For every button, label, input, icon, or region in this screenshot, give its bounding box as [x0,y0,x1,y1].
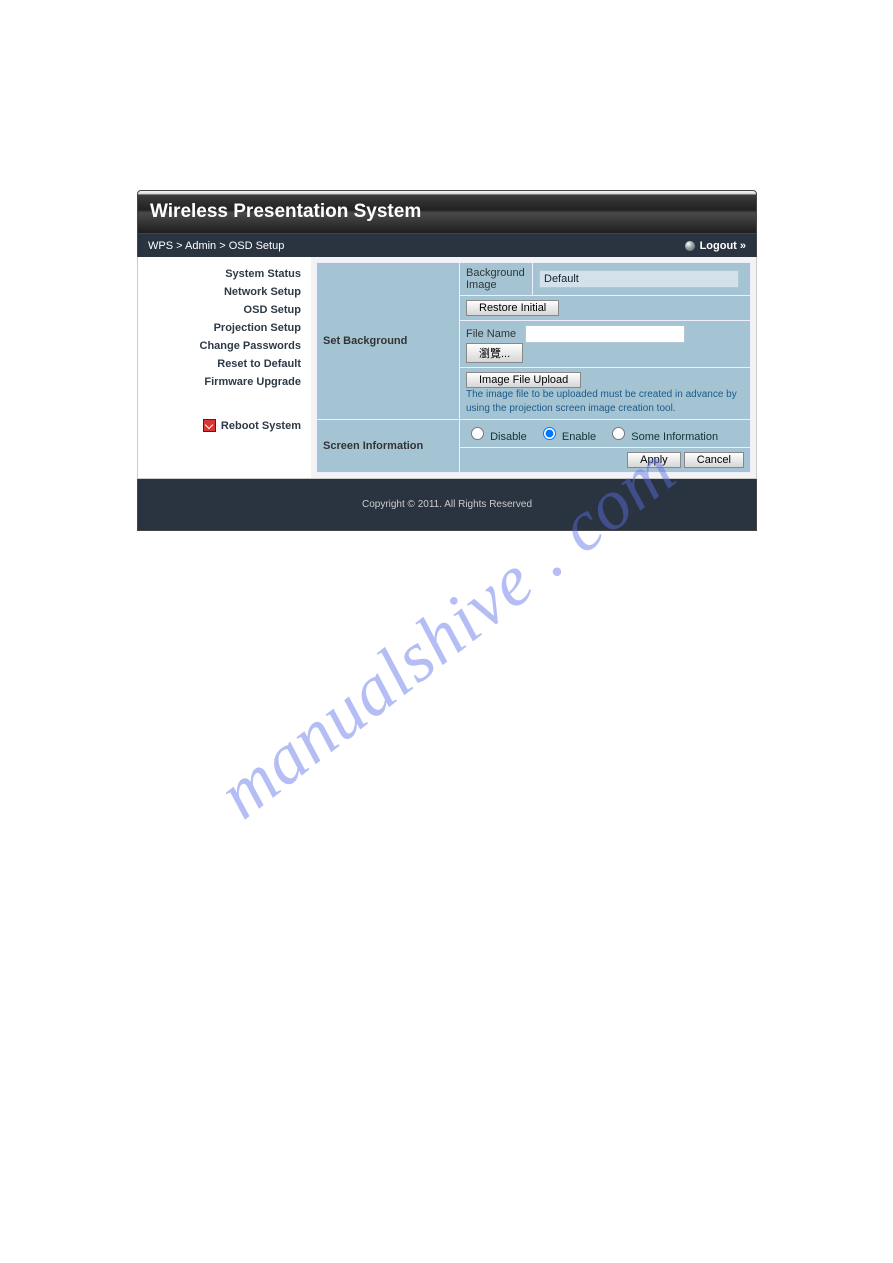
sidebar-item-system-status[interactable]: System Status [138,265,301,283]
cell-restore: Restore Initial [460,296,751,321]
sidebar-item-reset-to-default[interactable]: Reset to Default [138,355,301,373]
main-panel: Set Background Background Image Default … [311,257,756,478]
browse-button[interactable]: 瀏覽... [466,343,523,363]
sidebar-item-reboot-system[interactable]: Reboot System [138,419,301,432]
cell-upload: Image File Upload The image file to be u… [460,368,751,420]
footer: Copyright © 2011. All Rights Reserved [137,479,757,531]
content-body: System Status Network Setup OSD Setup Pr… [137,257,757,479]
upload-hint: The image file to be uploaded must be cr… [466,388,744,415]
cell-background-image-value: Default [533,263,751,296]
breadcrumb: WPS > Admin > OSD Setup [148,240,284,252]
app-frame: Wireless Presentation System WPS > Admin… [137,190,757,531]
sidebar-item-osd-setup[interactable]: OSD Setup [138,301,301,319]
section-set-background: Set Background [317,263,460,420]
label-file-name: File Name [466,328,516,340]
sidebar-item-projection-setup[interactable]: Projection Setup [138,319,301,337]
settings-table: Set Background Background Image Default … [316,262,751,473]
app-title: Wireless Presentation System [150,201,421,223]
section-screen-information: Screen Information [317,420,460,473]
radio-some-information[interactable]: Some Information [607,431,718,443]
label-background-image: Background Image [460,263,533,296]
cell-actions: Apply Cancel [460,448,751,473]
cancel-button[interactable]: Cancel [684,452,744,468]
sidebar-item-change-passwords[interactable]: Change Passwords [138,337,301,355]
header-bar: Wireless Presentation System [137,190,757,234]
sidebar-item-network-setup[interactable]: Network Setup [138,283,301,301]
logout-icon [685,241,695,251]
file-name-field[interactable] [525,325,685,343]
background-image-field[interactable]: Default [539,270,739,288]
logout-link[interactable]: Logout » [700,240,746,252]
reboot-icon [203,419,216,432]
breadcrumb-bar: WPS > Admin > OSD Setup Logout » [137,234,757,257]
radio-disable[interactable]: Disable [466,431,527,443]
copyright: Copyright © 2011. All Rights Reserved [362,499,532,510]
cell-filename: File Name 瀏覽... [460,321,751,368]
sidebar: System Status Network Setup OSD Setup Pr… [138,257,311,478]
sidebar-item-firmware-upgrade[interactable]: Firmware Upgrade [138,373,301,391]
image-file-upload-button[interactable]: Image File Upload [466,372,581,388]
radio-enable[interactable]: Enable [538,431,596,443]
restore-initial-button[interactable]: Restore Initial [466,300,559,316]
reboot-label: Reboot System [221,420,301,432]
apply-button[interactable]: Apply [627,452,681,468]
cell-screen-info-options: Disable Enable Some Information [460,420,751,448]
